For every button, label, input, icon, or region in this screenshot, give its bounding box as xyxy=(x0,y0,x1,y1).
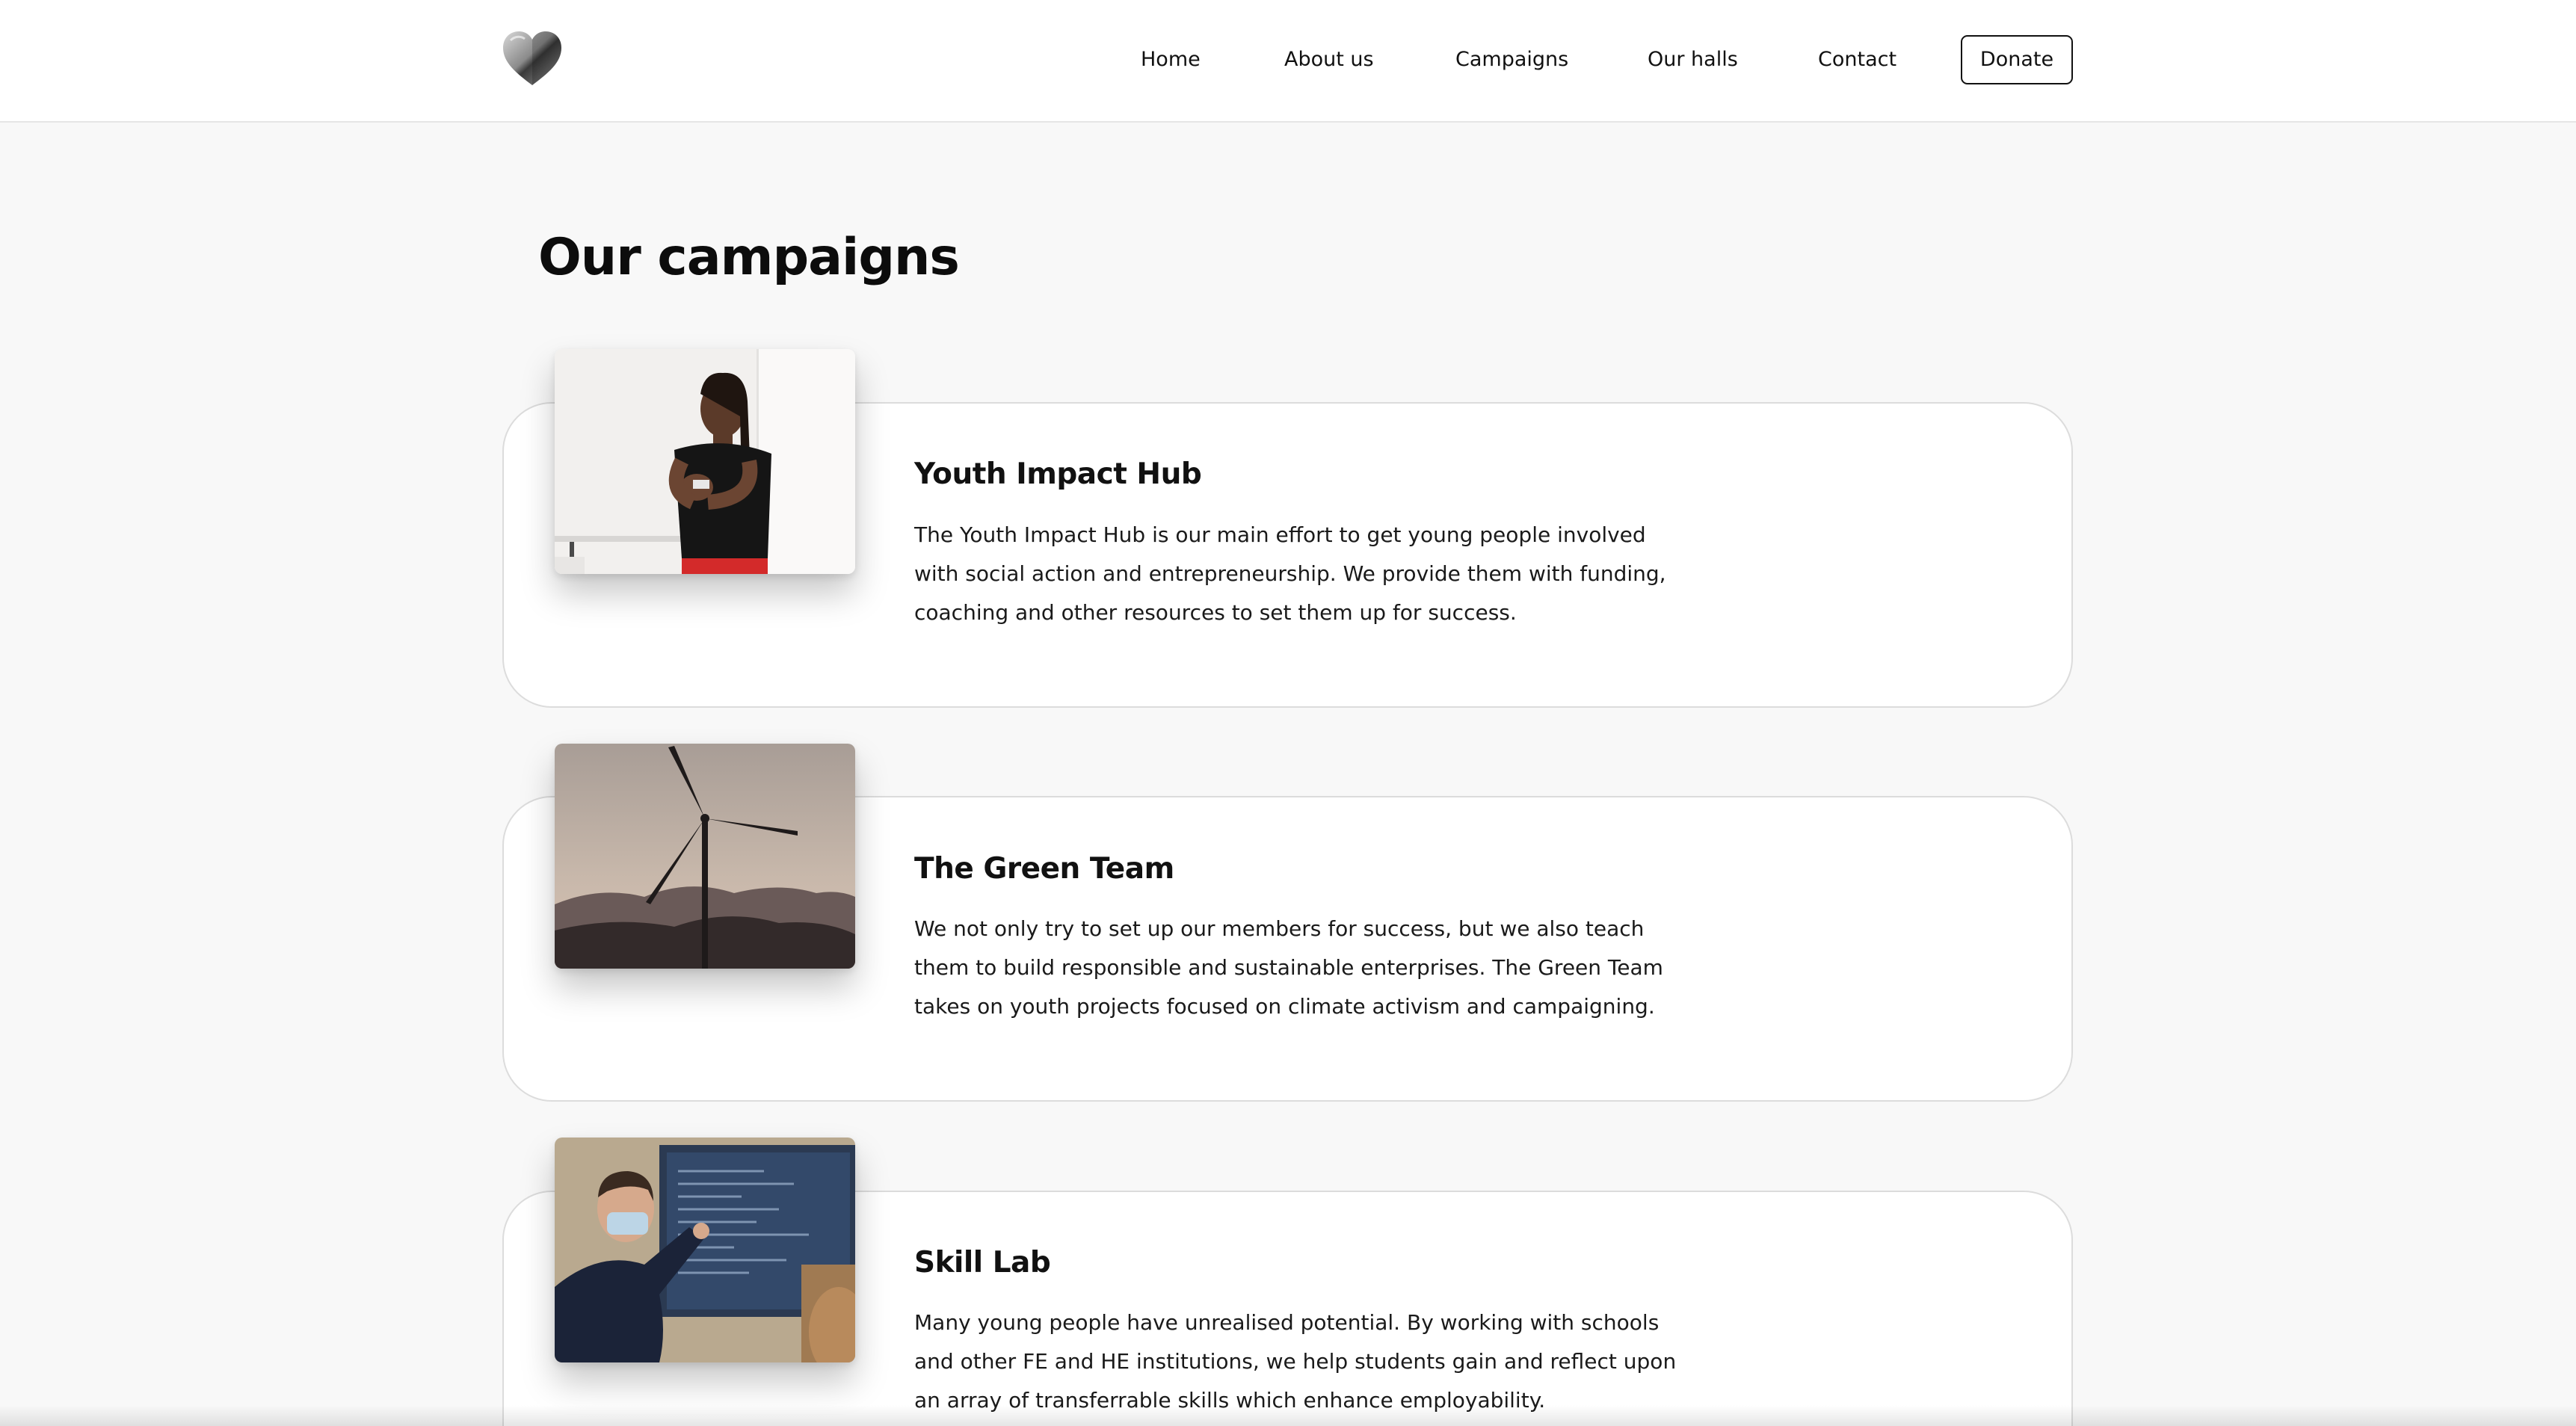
scroll-shadow xyxy=(0,1405,2576,1426)
nav-link-home[interactable]: Home xyxy=(1141,42,1201,78)
nav-link-our-halls[interactable]: Our halls xyxy=(1648,42,1738,78)
nav-link-contact[interactable]: Contact xyxy=(1818,42,1896,78)
speaker-photo xyxy=(555,349,855,574)
campaign-title: The Green Team xyxy=(914,852,1174,886)
campaign-description: The Youth Impact Hub is our main effort … xyxy=(914,522,1666,625)
campaign-description: We not only try to set up our members fo… xyxy=(914,916,1663,1019)
nav-link-campaigns[interactable]: Campaigns xyxy=(1455,42,1568,78)
wind-turbine-photo xyxy=(555,744,855,969)
presenter-photo xyxy=(555,1138,855,1362)
campaign-title: Youth Impact Hub xyxy=(914,457,1202,491)
page-title: Our campaigns xyxy=(538,228,960,287)
campaign-description: Many young people have unrealised potent… xyxy=(914,1310,1677,1413)
site-header: Home About us Campaigns Our halls Contac… xyxy=(0,0,2576,123)
donate-button[interactable]: Donate xyxy=(1961,35,2073,84)
nav-link-about-us[interactable]: About us xyxy=(1284,42,1374,78)
campaign-title: Skill Lab xyxy=(914,1246,1051,1280)
heart-logo-icon[interactable] xyxy=(502,30,563,87)
